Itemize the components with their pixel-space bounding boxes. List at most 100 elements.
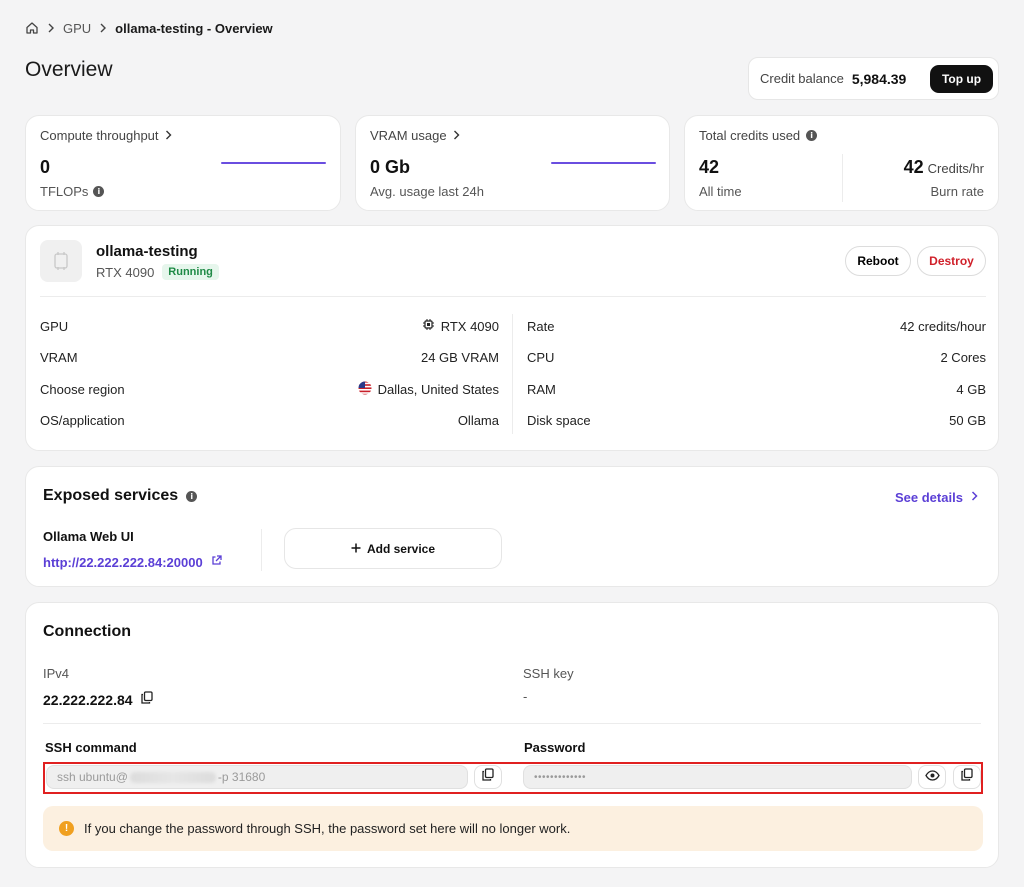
connection-card: Connection IPv4 22.222.222.84 SSH key - … <box>25 602 999 868</box>
spec-value: 42 credits/hour <box>900 318 986 334</box>
spec-row-rate: Rate 42 credits/hour <box>527 316 986 336</box>
spec-label: GPU <box>40 318 69 334</box>
chevron-right-icon <box>99 23 107 33</box>
chevron-right-icon <box>453 128 460 143</box>
vram-usage-link[interactable]: VRAM usage <box>370 128 460 143</box>
compute-sparkline <box>221 162 326 164</box>
spec-row-disk: Disk space 50 GB <box>527 411 986 431</box>
see-details-link[interactable]: See details <box>895 488 978 506</box>
spec-label: Disk space <box>527 413 591 428</box>
vram-usage-sub: Avg. usage last 24h <box>370 184 484 199</box>
info-icon[interactable]: i <box>806 130 818 141</box>
burn-rate-label: Burn rate <box>930 184 984 199</box>
compute-throughput-label: Compute throughput <box>40 128 159 143</box>
spec-label: CPU <box>527 350 555 365</box>
chevron-right-icon <box>971 488 978 506</box>
burn-rate-value: 42 <box>903 157 924 177</box>
info-icon[interactable]: i <box>186 490 198 502</box>
spec-value: 2 Cores <box>940 350 986 365</box>
redacted-host <box>129 771 216 783</box>
credit-balance-label: Credit balance <box>760 71 844 86</box>
spec-label: VRAM <box>40 350 78 365</box>
vram-usage-card[interactable]: VRAM usage 0 Gb Avg. usage last 24h <box>355 115 670 211</box>
instance-model: RTX 4090 <box>96 264 155 280</box>
copy-password-button[interactable] <box>953 765 981 789</box>
vram-usage-value: 0 Gb <box>370 157 411 177</box>
burn-rate-unit: Credits/hr <box>927 161 984 176</box>
spec-row-vram: VRAM 24 GB VRAM <box>40 348 499 368</box>
instance-divider <box>40 296 986 297</box>
spec-row-gpu: GPU RTX 4090 <box>40 316 499 336</box>
spec-value: 4 GB <box>956 381 986 397</box>
service-name: Ollama Web UI <box>43 529 134 544</box>
status-badge: Running <box>162 264 219 280</box>
plus-icon <box>351 542 361 556</box>
stat-divider <box>842 154 843 202</box>
page-title: Overview <box>25 58 113 81</box>
specs-left: GPU RTX 4090 VRAM 24 GB VRAM Choose regi… <box>40 316 499 431</box>
top-up-button[interactable]: Top up <box>930 64 993 93</box>
services-divider <box>261 529 262 571</box>
ssh-key-value: - <box>523 689 528 704</box>
spec-row-cpu: CPU 2 Cores <box>527 348 986 368</box>
spec-row-os: OS/application Ollama <box>40 411 499 431</box>
chevron-right-icon <box>47 23 55 33</box>
total-credits-card: Total credits used i 42 All time 42 Cred… <box>684 115 999 211</box>
ssh-command-prefix: ssh ubuntu@ <box>57 770 128 784</box>
spec-value: Dallas, United States <box>377 381 499 397</box>
breadcrumb-gpu[interactable]: GPU <box>63 21 91 36</box>
ssh-command-suffix: -p 31680 <box>217 770 266 784</box>
copy-icon <box>482 768 494 786</box>
connection-divider <box>43 723 981 724</box>
info-icon[interactable]: i <box>93 186 105 197</box>
us-flag-icon <box>358 381 372 398</box>
exposed-services-card: Exposed services i See details Ollama We… <box>25 466 999 587</box>
spec-value: 50 GB <box>949 413 986 428</box>
breadcrumb: GPU ollama-testing - Overview <box>25 18 273 38</box>
copy-ssh-command-button[interactable] <box>474 765 502 789</box>
copy-icon[interactable] <box>140 691 153 709</box>
instance-card: ollama-testing RTX 4090 Running Reboot D… <box>25 225 999 451</box>
vram-usage-label: VRAM usage <box>370 128 447 143</box>
vram-sparkline <box>551 162 656 164</box>
warning-icon: ! <box>59 821 74 836</box>
gpu-chip-icon <box>422 318 435 334</box>
connection-title: Connection <box>43 623 131 640</box>
compute-throughput-value: 0 <box>40 157 51 177</box>
credit-balance-box: Credit balance 5,984.39 Top up <box>748 57 999 100</box>
spec-label: Rate <box>527 318 555 334</box>
add-service-label: Add service <box>366 541 436 556</box>
warning-text: If you change the password through SSH, … <box>84 821 571 836</box>
destroy-button[interactable]: Destroy <box>917 246 986 276</box>
spec-value: RTX 4090 <box>440 318 499 334</box>
credits-all-time-value: 42 <box>699 157 720 177</box>
credit-balance-value: 5,984.39 <box>851 70 907 87</box>
specs-divider <box>512 314 513 434</box>
home-icon[interactable] <box>25 21 39 35</box>
external-link-icon[interactable] <box>211 553 222 571</box>
password-label: Password <box>524 740 586 755</box>
total-credits-label: Total credits used <box>699 128 801 143</box>
ipv4-value: 22.222.222.84 <box>43 692 133 708</box>
service-url-link[interactable]: http://22.222.222.84:20000 <box>43 555 203 570</box>
show-password-button[interactable] <box>918 765 946 789</box>
compute-throughput-card[interactable]: Compute throughput 0 TFLOPs i <box>25 115 341 211</box>
compute-throughput-link[interactable]: Compute throughput <box>40 128 172 143</box>
spec-label: OS/application <box>40 413 125 428</box>
ssh-key-label: SSH key <box>523 666 574 681</box>
ipv4-label: IPv4 <box>43 666 70 681</box>
reboot-button[interactable]: Reboot <box>845 246 911 276</box>
tflops-label: TFLOPs <box>40 184 89 199</box>
see-details-label: See details <box>895 489 963 505</box>
spec-label: Choose region <box>40 381 125 397</box>
breadcrumb-current: ollama-testing - Overview <box>115 20 273 36</box>
ssh-command-field[interactable]: ssh ubuntu@ -p 31680 <box>46 765 468 789</box>
specs-right: Rate 42 credits/hour CPU 2 Cores RAM 4 G… <box>527 316 986 431</box>
spec-value: 24 GB VRAM <box>420 350 499 365</box>
password-warning: ! If you change the password through SSH… <box>43 806 983 851</box>
spec-row-region: Choose region Dallas, United States <box>40 379 499 399</box>
ssh-command-label: SSH command <box>45 740 137 755</box>
add-service-button[interactable]: Add service <box>284 528 502 569</box>
password-field[interactable]: ••••••••••••• <box>523 765 912 789</box>
eye-icon <box>924 768 940 786</box>
